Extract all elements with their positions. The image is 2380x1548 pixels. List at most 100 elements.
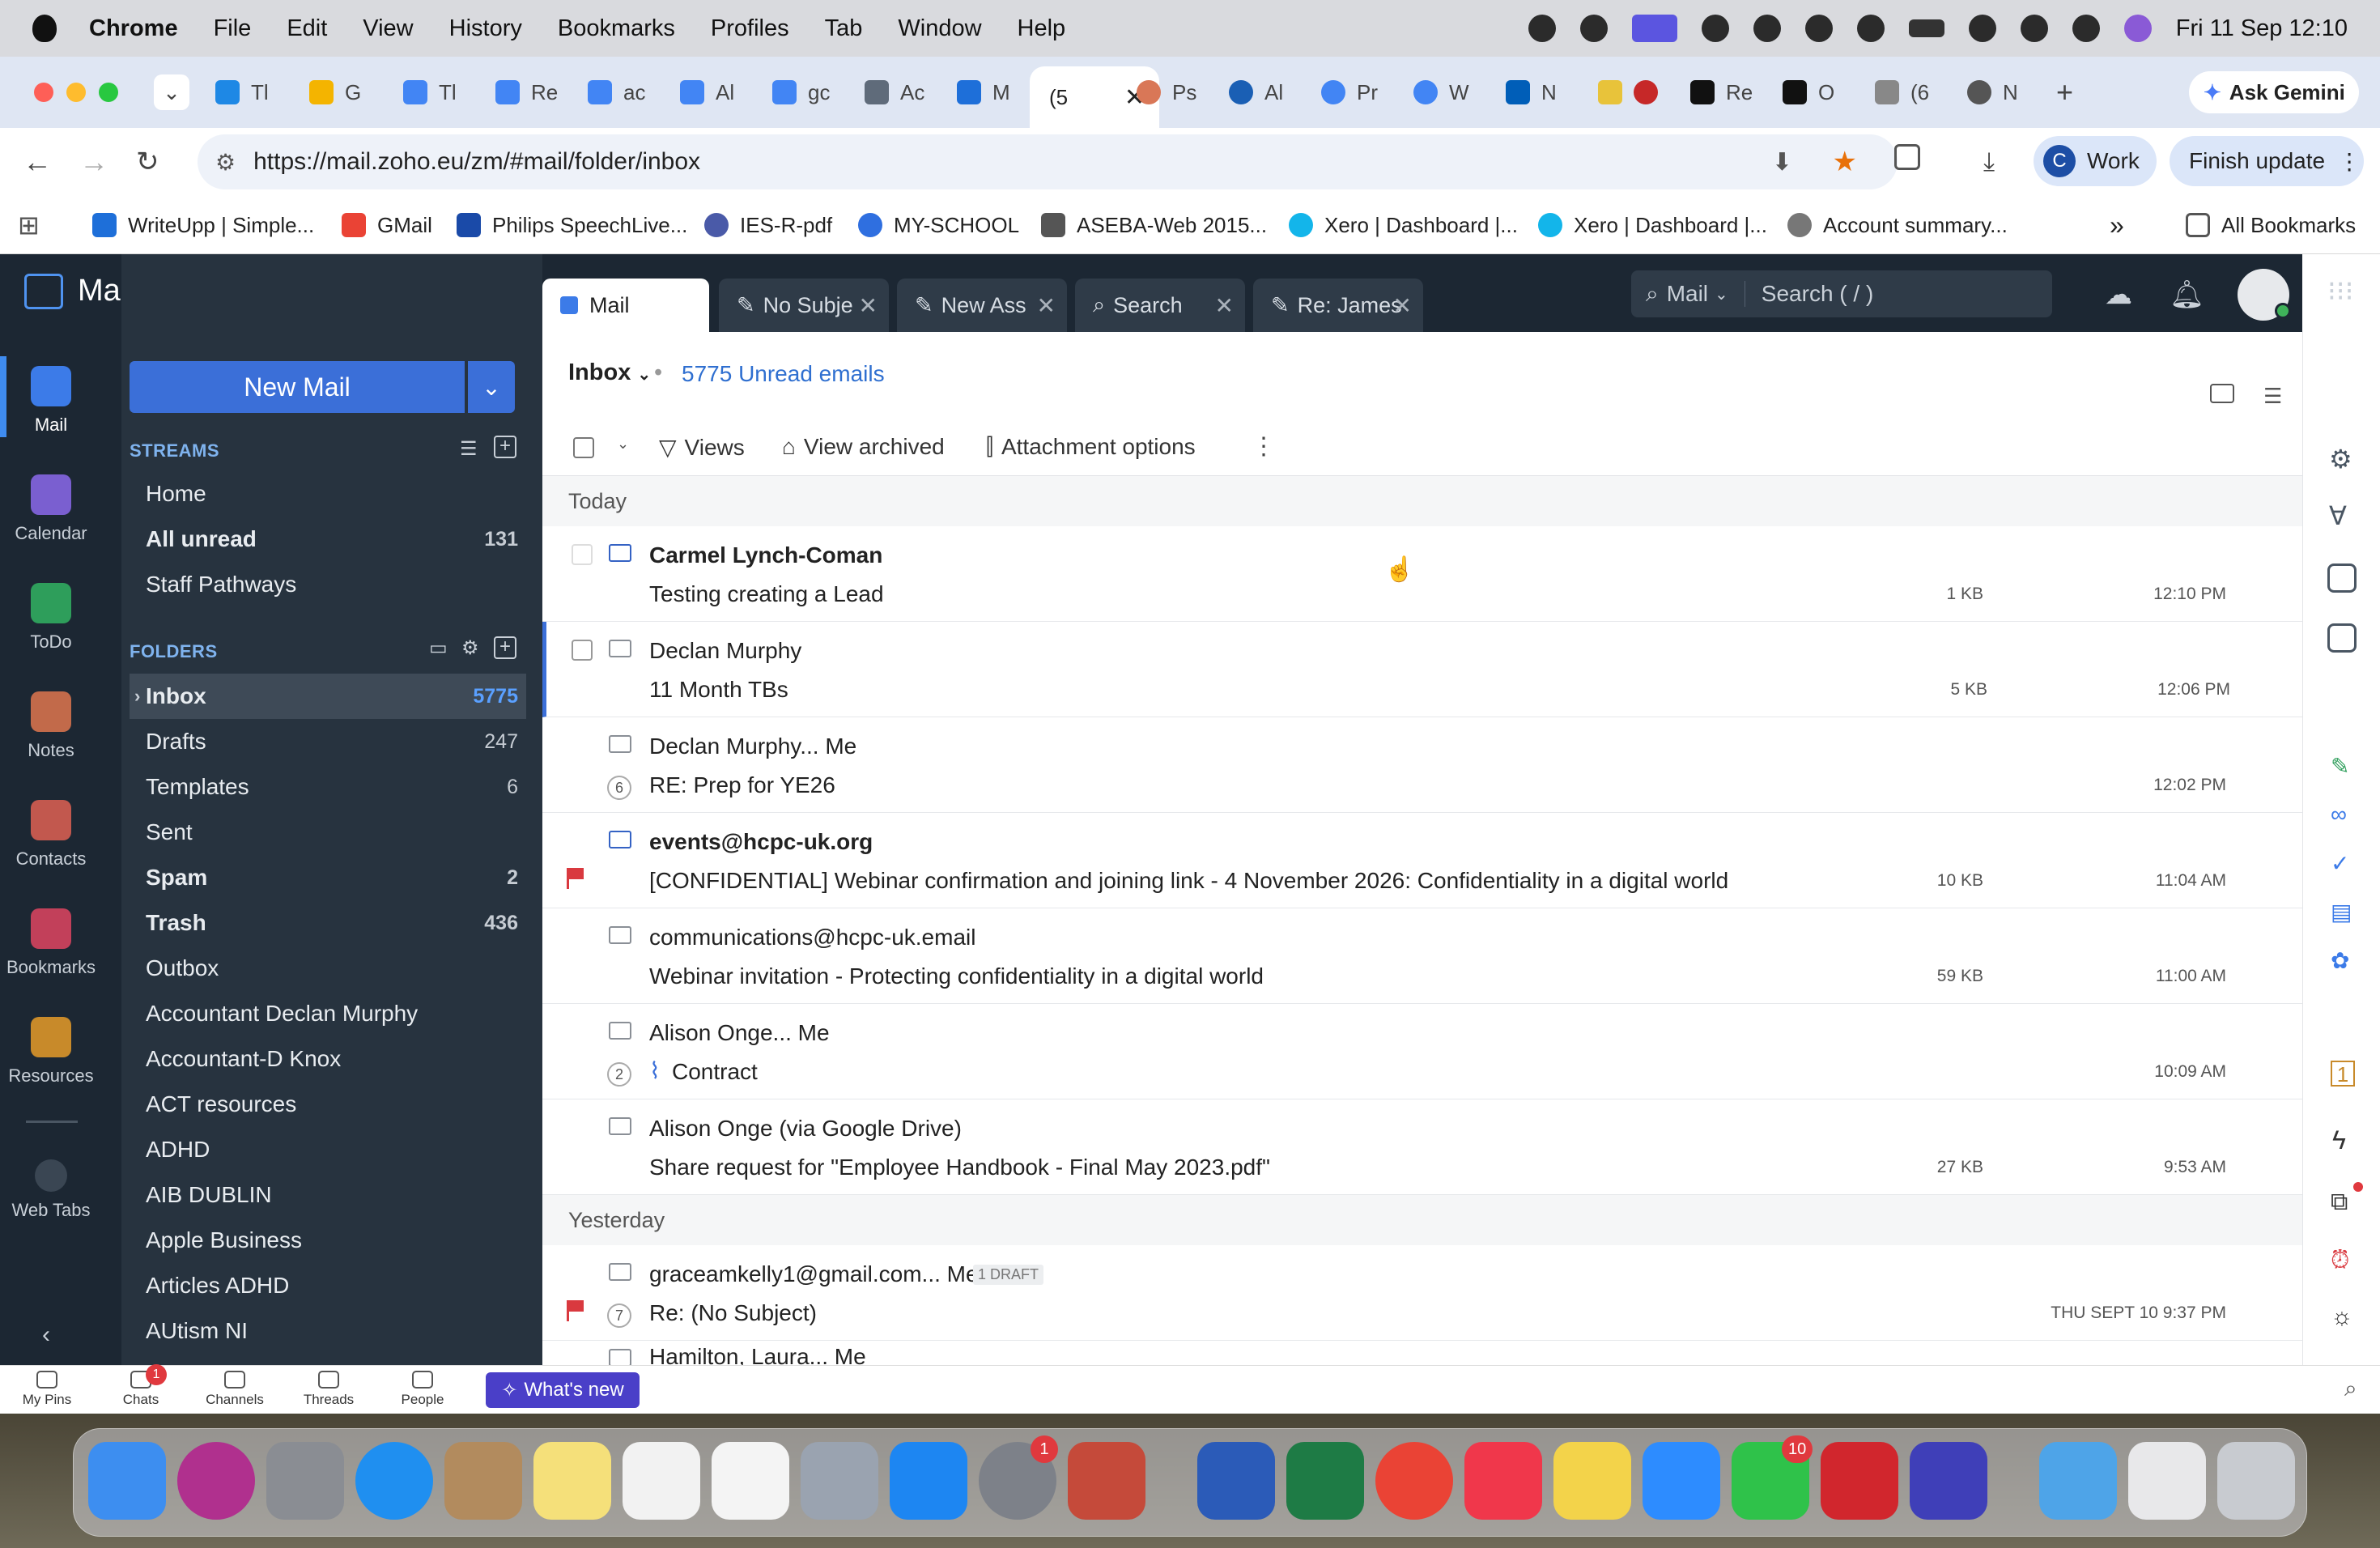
unread-envelope-icon[interactable] [609,831,631,848]
browser-tab[interactable]: O [1783,68,1834,117]
flag-icon[interactable] [567,1300,584,1321]
email-row[interactable]: Declan Murphy... Me 6 RE: Prep for YE26 … [542,717,2302,813]
browser-tab[interactable]: (6 [1875,68,1929,117]
notes-icon[interactable] [533,1442,611,1520]
install-app-icon[interactable]: ⬇ [1772,148,1792,176]
signature-icon[interactable]: ∀ [2329,500,2347,531]
bookmark-item[interactable]: Account summary... [1787,196,2008,254]
address-bar[interactable]: ⚙ https://mail.zoho.eu/zm/#mail/folder/i… [198,134,1898,189]
lightbulb-icon[interactable]: ☼ [2331,1303,2353,1331]
chats-button[interactable]: Chats 1 [108,1364,173,1408]
download-icon[interactable]: ⤓ [1983,147,1995,177]
music-icon[interactable] [1464,1442,1542,1520]
new-mail-button[interactable]: New Mail [130,361,465,413]
layout-icon[interactable] [2210,384,2234,403]
tab-search[interactable]: ⌕ Search ✕ [1075,279,1245,332]
new-folder-icon[interactable]: ▭ [429,636,448,660]
tab-mail[interactable]: Mail [542,279,709,332]
rail-contacts[interactable]: Contacts [0,800,102,870]
read-envelope-icon[interactable] [609,735,631,753]
views-button[interactable]: ▽ Views [659,434,745,461]
bookmark-star-icon[interactable]: ★ [1833,146,1857,178]
close-tab-icon[interactable]: ✕ [1215,292,1234,319]
bookmark-item[interactable]: WriteUpp | Simple... [92,196,314,254]
folder-item[interactable]: ADHD [146,1127,526,1172]
finish-update-button[interactable]: Finish update ⋮ [2170,136,2364,186]
downloads-stack-icon[interactable] [2128,1442,2206,1520]
bookmark-item[interactable]: ASEBA-Web 2015... [1041,196,1267,254]
close-tab-icon[interactable]: ✕ [1393,292,1412,319]
menu-tab[interactable]: Tab [825,15,863,42]
contacts-icon[interactable] [444,1442,522,1520]
cloud-sync-icon[interactable]: ☁ [2105,279,2132,311]
system-settings-icon[interactable]: 1 [979,1435,1058,1520]
rail-notes[interactable]: Notes [0,691,102,761]
browser-tab[interactable]: Ps [1137,68,1196,117]
folder-item[interactable]: Articles ADHD [146,1263,526,1308]
people-button[interactable]: People [390,1369,455,1408]
extensions-icon[interactable] [1894,144,1920,170]
attachment-options-button[interactable]: ⫿ Attachment options [986,434,1196,461]
close-tab-icon[interactable]: ✕ [1037,292,1056,319]
select-all-checkbox[interactable] [573,437,594,458]
my-pins-button[interactable]: My Pins [15,1369,79,1408]
browser-tab[interactable]: gc [772,68,830,117]
read-envelope-icon[interactable] [609,1263,631,1281]
read-envelope-icon[interactable] [609,640,631,657]
folder-trash[interactable]: Trash 436 [146,900,526,946]
mail-search-box[interactable]: ⌕ Mail ⌄ Search ( / ) [1631,270,2052,317]
alarm-icon[interactable]: ⏰︎ [2331,1247,2349,1274]
forward-icon[interactable]: → [79,145,108,179]
menu-profiles[interactable]: Profiles [711,15,789,42]
folder-drafts[interactable]: Drafts 247 [146,719,526,764]
ia-writer-icon[interactable] [712,1442,789,1520]
browser-tab[interactable]: Re [495,68,558,117]
browser-tab[interactable]: Re [1690,68,1753,117]
preview-icon[interactable] [801,1442,878,1520]
folder-item[interactable]: Accountant Declan Murphy [146,991,526,1036]
menu-edit[interactable]: Edit [287,15,327,42]
search-icon[interactable]: ⌕ [2344,1376,2357,1402]
menu-clock[interactable]: Fri 11 Sep 12:10 [2176,15,2348,42]
read-envelope-icon[interactable] [609,1022,631,1040]
grammarly-icon[interactable] [1910,1442,1987,1520]
all-bookmarks-button[interactable]: All Bookmarks [2186,196,2356,254]
new-tab-button[interactable]: + [2056,68,2073,117]
row-checkbox[interactable] [572,640,593,661]
bluetooth-icon[interactable] [1856,15,1885,42]
checkmark-icon[interactable]: ✓ [2331,850,2349,877]
rail-bookmarks[interactable]: Bookmarks [0,908,102,978]
unread-envelope-icon[interactable] [609,544,631,562]
zoom-menu-icon[interactable] [1579,15,1608,42]
minimize-window-icon[interactable] [66,83,86,102]
folder-sent[interactable]: Sent [146,810,526,855]
collapse-sidebar-icon[interactable]: ‹ [42,1321,50,1349]
wifi-icon[interactable] [1968,15,1996,42]
browser-tab[interactable]: ac [588,68,645,117]
search-placeholder[interactable]: Search ( / ) [1744,281,1873,307]
number-widget-icon[interactable]: 1 [2331,1061,2355,1087]
messenger-icon[interactable] [1753,15,1781,42]
app-store-icon[interactable] [890,1442,967,1520]
threads-button[interactable]: Threads [296,1369,361,1408]
email-row[interactable]: Hamilton, Laura... Me [542,1341,2302,1365]
bell-icon[interactable]: 🔔︎ [2170,279,2204,311]
compose-panel-icon[interactable] [2327,563,2357,593]
calendar-widget-icon[interactable] [2327,623,2357,653]
browser-tab[interactable]: Tl [215,68,269,117]
channels-button[interactable]: Channels [202,1369,267,1408]
creative-cloud-icon[interactable] [1701,15,1729,42]
apps-grid-icon[interactable]: ⁝⁝⁝ [2327,275,2353,308]
browser-tab[interactable]: W [1413,68,1469,117]
app-icon[interactable] [1553,1442,1631,1520]
menu-window[interactable]: Window [898,15,981,42]
siri-icon[interactable] [2123,15,2152,42]
new-mail-dropdown[interactable]: ⌄ [468,361,515,413]
email-row[interactable]: Alison Onge (via Google Drive) Share req… [542,1099,2302,1195]
acrobat-icon[interactable] [1821,1442,1898,1520]
close-tab-icon[interactable]: ✕ [859,292,878,319]
folder-outbox[interactable]: Outbox [146,946,526,991]
tab-reply[interactable]: ✎ Re: James ✕ [1253,279,1423,332]
extension-puzzle-icon[interactable]: ⧉ [2331,1189,2348,1216]
read-envelope-icon[interactable] [609,1349,631,1365]
